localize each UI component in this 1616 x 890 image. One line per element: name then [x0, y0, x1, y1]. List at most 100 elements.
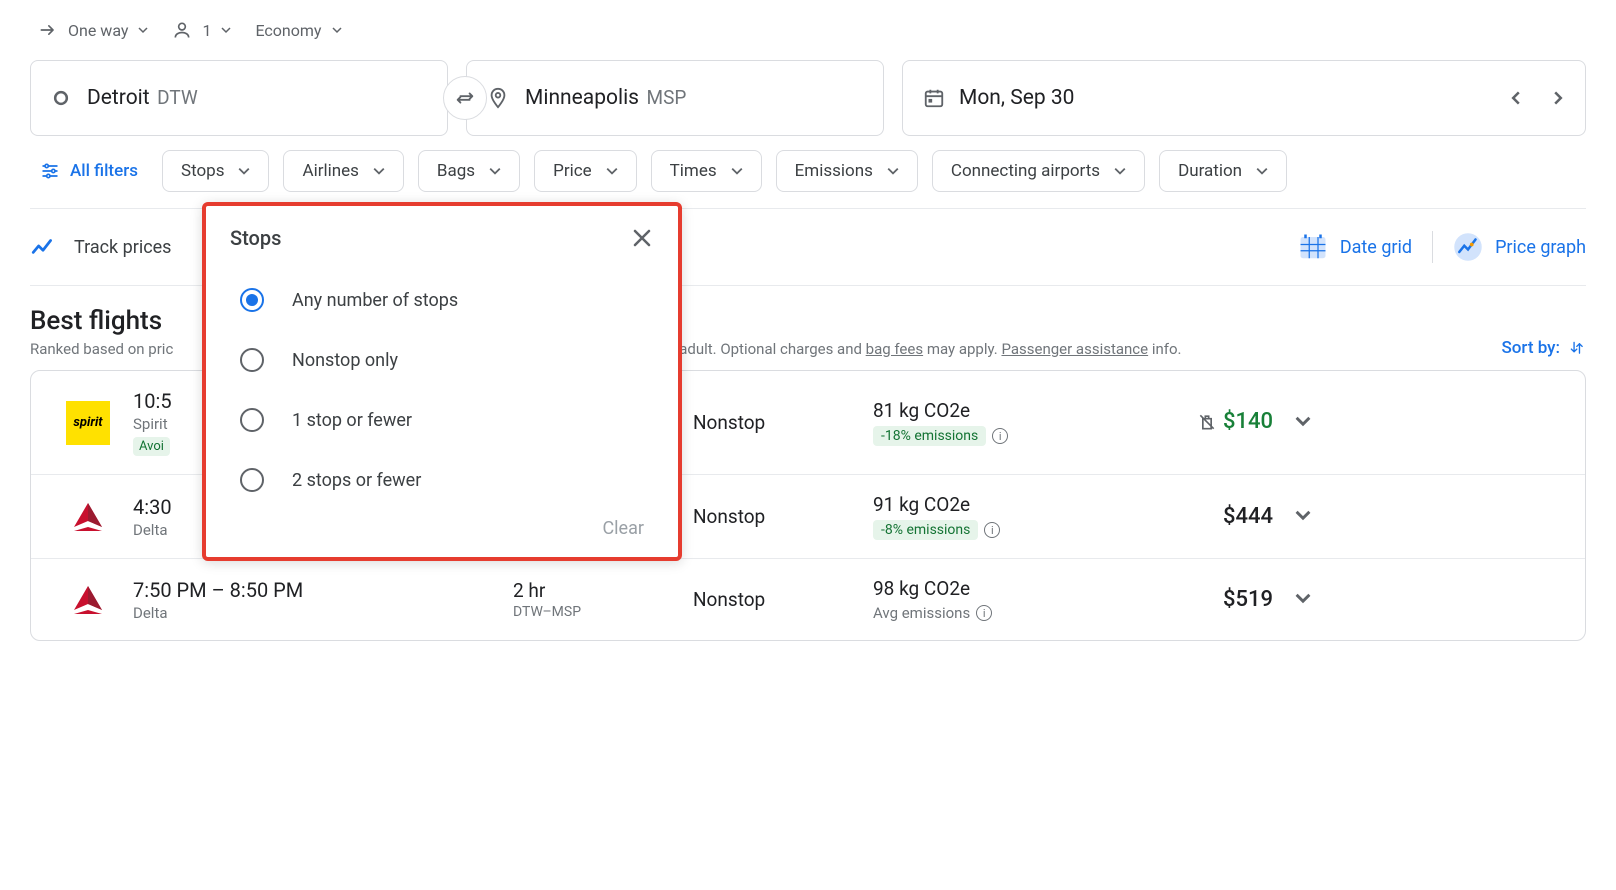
destination-city: Minneapolis: [525, 86, 639, 110]
flight-route: DTW–MSP: [513, 604, 693, 620]
circle-icon: [51, 88, 71, 108]
radio-icon: [240, 288, 264, 312]
filter-chip-connecting-airports[interactable]: Connecting airports: [932, 150, 1145, 192]
emissions-badge: -8% emissions: [873, 520, 978, 540]
delta-logo: [66, 578, 110, 622]
flight-row[interactable]: 7:50 PM – 8:50 PM Delta 2 hr DTW–MSP Non…: [31, 559, 1585, 640]
flight-stops: Nonstop: [693, 505, 873, 528]
no-bag-icon: [1197, 412, 1217, 432]
passenger-selector[interactable]: 1: [172, 20, 231, 40]
chevron-down-icon: [887, 165, 899, 177]
filter-chip-duration[interactable]: Duration: [1159, 150, 1287, 192]
price: $519: [1223, 587, 1273, 612]
sort-by-button[interactable]: Sort by:: [1501, 338, 1586, 358]
cabin-selector[interactable]: Economy: [255, 21, 341, 40]
chevron-down-icon: [1114, 165, 1126, 177]
chevron-down-icon: [489, 165, 501, 177]
chevron-down-icon: [221, 25, 231, 35]
filter-chip-emissions[interactable]: Emissions: [776, 150, 918, 192]
co2-amount: 81 kg CO2e: [873, 399, 1103, 422]
destination-code: MSP: [647, 86, 687, 109]
stops-option-2[interactable]: 1 stop or fewer: [230, 390, 654, 450]
flight-times: 7:50 PM – 8:50 PM: [133, 578, 513, 602]
info-icon[interactable]: i: [984, 522, 1000, 538]
date-grid-label: Date grid: [1340, 237, 1412, 258]
chevron-down-icon: [373, 165, 385, 177]
stops-filter-popup: Stops Any number of stopsNonstop only1 s…: [202, 202, 682, 561]
grid-icon: [1298, 232, 1328, 262]
delta-logo: [66, 495, 110, 539]
co2-amount: 91 kg CO2e: [873, 493, 1103, 516]
stops-option-1[interactable]: Nonstop only: [230, 330, 654, 390]
chevron-down-icon: [238, 165, 250, 177]
flight-stops: Nonstop: [693, 588, 873, 611]
all-filters-label: All filters: [70, 161, 138, 181]
chevron-down-icon[interactable]: [1295, 590, 1311, 606]
airline-name: Delta: [133, 604, 513, 622]
date-grid-button[interactable]: Date grid: [1298, 232, 1412, 262]
trip-type-label: One way: [68, 21, 128, 40]
passenger-count: 1: [202, 21, 211, 40]
sort-icon: [1568, 339, 1586, 357]
origin-code: DTW: [157, 86, 198, 109]
prev-date-button[interactable]: [1509, 91, 1523, 105]
track-prices-toggle[interactable]: Track prices: [30, 234, 171, 260]
passenger-assistance-link[interactable]: Passenger assistance: [1001, 340, 1148, 358]
filter-chip-bags[interactable]: Bags: [418, 150, 520, 192]
chevron-down-icon: [731, 165, 743, 177]
divider: [1432, 231, 1433, 263]
stops-option-0[interactable]: Any number of stops: [230, 270, 654, 330]
chevron-down-icon: [138, 25, 148, 35]
all-filters-button[interactable]: All filters: [30, 153, 148, 189]
date-input[interactable]: Mon, Sep 30: [902, 60, 1586, 136]
cabin-label: Economy: [255, 21, 321, 40]
chevron-down-icon: [1256, 165, 1268, 177]
avoids-tag: Avoi: [133, 437, 170, 456]
flight-stops: Nonstop: [693, 411, 873, 434]
info-icon[interactable]: i: [976, 605, 992, 621]
radio-icon: [240, 408, 264, 432]
origin-city: Detroit: [87, 86, 150, 110]
info-icon[interactable]: i: [992, 428, 1008, 444]
swap-button[interactable]: [443, 76, 487, 120]
filter-chip-airlines[interactable]: Airlines: [283, 150, 403, 192]
price: $140: [1197, 409, 1273, 434]
swap-icon: [454, 87, 476, 109]
chevron-down-icon[interactable]: [1295, 413, 1311, 429]
bag-fees-link[interactable]: bag fees: [866, 340, 923, 358]
spirit-logo: spirit: [66, 401, 110, 445]
close-icon[interactable]: [630, 226, 654, 250]
chevron-down-icon[interactable]: [1295, 507, 1311, 523]
flight-duration: 2 hr: [513, 579, 693, 602]
pin-icon: [487, 87, 509, 109]
price-graph-button[interactable]: Price graph: [1453, 232, 1586, 262]
trend-icon: [30, 234, 56, 260]
date-label: Mon, Sep 30: [959, 86, 1074, 110]
track-prices-label: Track prices: [74, 237, 171, 258]
next-date-button[interactable]: [1551, 91, 1565, 105]
filters-icon: [40, 161, 60, 181]
arrow-right-icon: [38, 20, 58, 40]
stops-popup-title: Stops: [230, 226, 281, 250]
sort-by-label: Sort by:: [1501, 338, 1560, 358]
filter-chip-stops[interactable]: Stops: [162, 150, 270, 192]
price-graph-label: Price graph: [1495, 237, 1586, 258]
filter-chip-price[interactable]: Price: [534, 150, 637, 192]
clear-button[interactable]: Clear: [592, 512, 654, 545]
trip-type-selector[interactable]: One way: [38, 20, 148, 40]
stops-option-3[interactable]: 2 stops or fewer: [230, 450, 654, 510]
co2-amount: 98 kg CO2e: [873, 577, 1103, 600]
emissions-avg: Avg emissions: [873, 604, 970, 622]
price: $444: [1223, 504, 1273, 529]
chevron-down-icon: [606, 165, 618, 177]
destination-input[interactable]: Minneapolis MSP: [466, 60, 884, 136]
radio-icon: [240, 468, 264, 492]
filter-chip-times[interactable]: Times: [651, 150, 762, 192]
origin-input[interactable]: Detroit DTW: [30, 60, 448, 136]
chevron-down-icon: [332, 25, 342, 35]
emissions-badge: -18% emissions: [873, 426, 986, 446]
radio-icon: [240, 348, 264, 372]
graph-icon: [1453, 232, 1483, 262]
calendar-icon: [923, 87, 945, 109]
person-icon: [172, 20, 192, 40]
